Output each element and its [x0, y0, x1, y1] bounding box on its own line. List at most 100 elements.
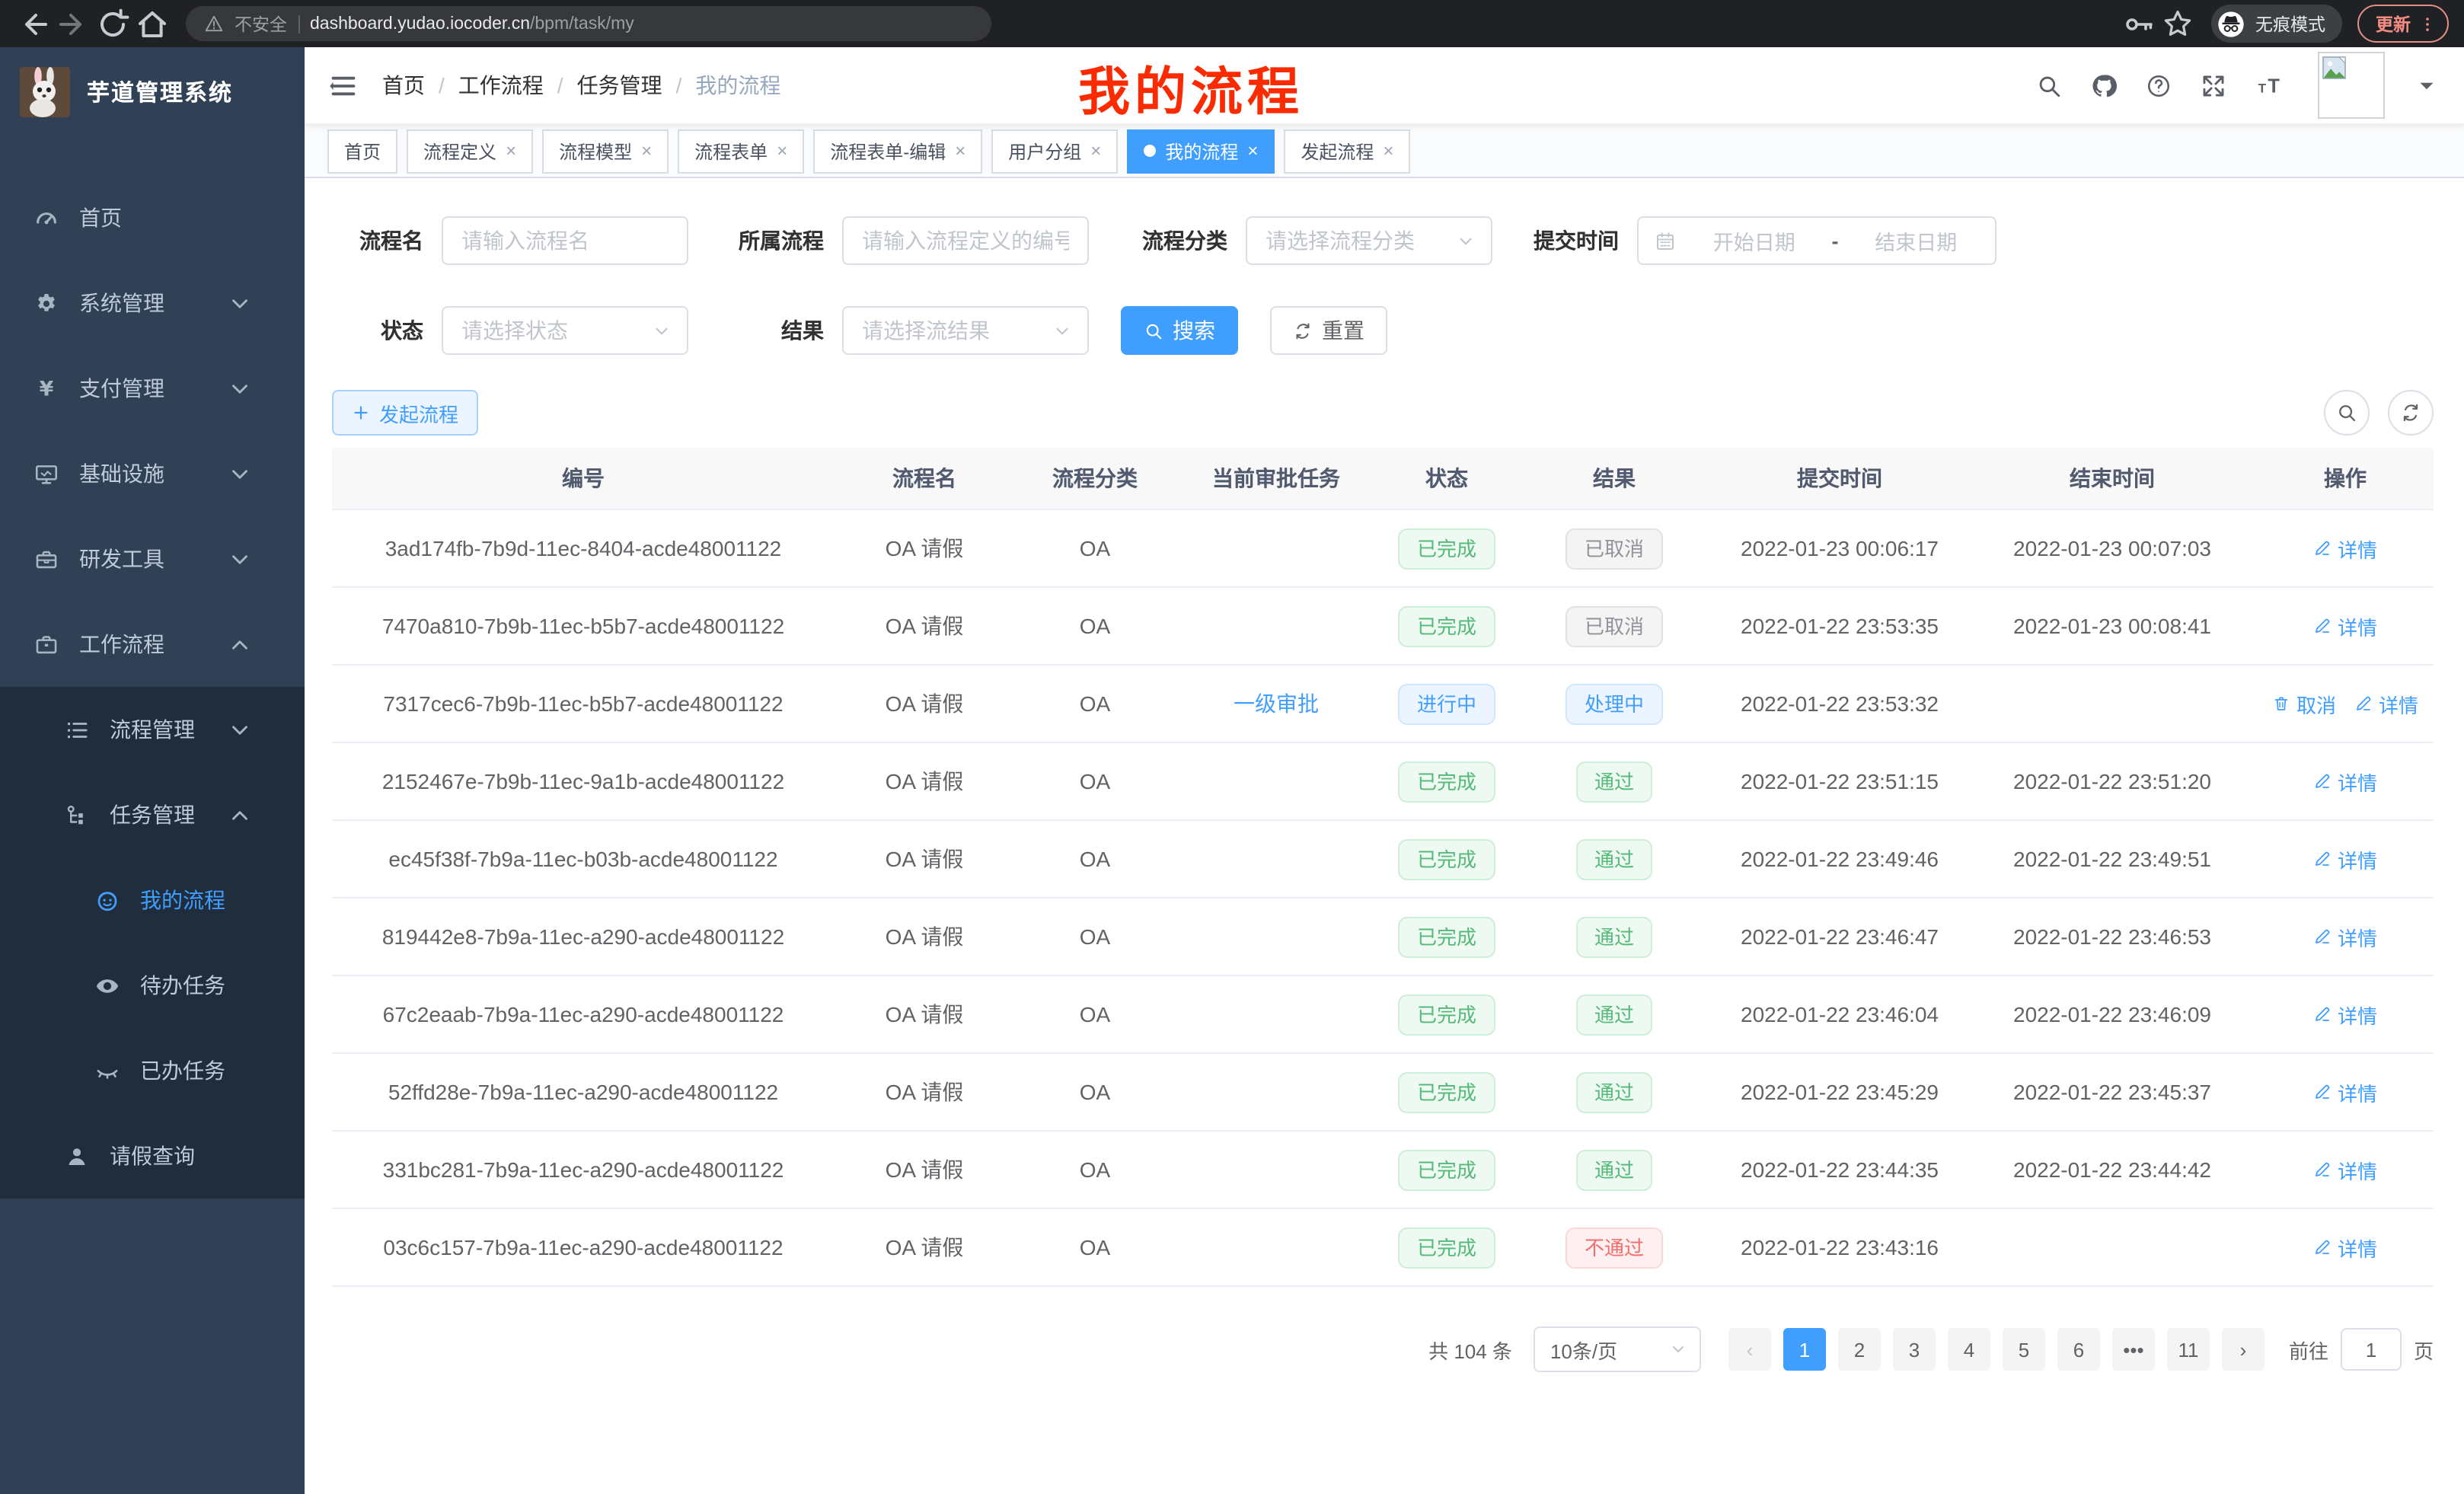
table-row: 331bc281-7b9a-11ec-a290-acde48001122OA 请… — [332, 1132, 2434, 1209]
cell-category: OA — [1014, 536, 1176, 560]
sidebar-item-任务管理[interactable]: 任务管理 — [0, 772, 305, 857]
refresh-icon — [2400, 402, 2421, 423]
tab-首页[interactable]: 首页 — [327, 129, 397, 173]
sidebar-item-流程管理[interactable]: 流程管理 — [0, 687, 305, 772]
cell-result: 通过 — [1517, 994, 1712, 1035]
page-button-4[interactable]: 4 — [1948, 1328, 1990, 1371]
sidebar-item-首页[interactable]: 首页 — [0, 175, 305, 260]
search-button[interactable]: 搜索 — [1121, 306, 1238, 355]
tab-close-icon[interactable]: × — [1247, 142, 1258, 160]
action-详情-link[interactable]: 详情 — [2313, 534, 2377, 563]
tab-用户分组[interactable]: 用户分组× — [991, 129, 1118, 173]
tab-close-icon[interactable]: × — [506, 142, 516, 160]
goto-page-input[interactable] — [2341, 1328, 2402, 1371]
next-page-button[interactable]: › — [2222, 1328, 2265, 1371]
browser-forward-icon[interactable] — [55, 5, 91, 42]
tab-close-icon[interactable]: × — [777, 142, 787, 160]
sidebar-item-我的流程[interactable]: 我的流程 — [0, 857, 305, 943]
toggle-search-button[interactable] — [2324, 390, 2370, 436]
tab-发起流程[interactable]: 发起流程× — [1284, 129, 1410, 173]
action-详情-link[interactable]: 详情 — [2313, 1000, 2377, 1029]
cell-status: 已完成 — [1377, 1227, 1517, 1268]
tab-流程表单[interactable]: 流程表单× — [678, 129, 804, 173]
browser-reload-icon[interactable] — [94, 5, 131, 42]
font-size-icon[interactable]: TT — [2255, 72, 2289, 98]
filter-status-select[interactable]: 请选择状态 — [442, 306, 688, 355]
tab-流程定义[interactable]: 流程定义× — [407, 129, 533, 173]
action-详情-link[interactable]: 详情 — [2313, 611, 2377, 640]
sidebar-item-请假查询[interactable]: 请假查询 — [0, 1113, 305, 1199]
fullscreen-icon[interactable] — [2201, 72, 2226, 98]
github-icon[interactable] — [2091, 72, 2117, 98]
page-button-1[interactable]: 1 — [1783, 1328, 1826, 1371]
filter-owner-input[interactable] — [842, 216, 1089, 265]
breadcrumb-item[interactable]: 任务管理 — [577, 70, 662, 101]
avatar[interactable] — [2318, 52, 2385, 119]
cell-category: OA — [1014, 847, 1176, 871]
sidebar-item-已办任务[interactable]: 已办任务 — [0, 1028, 305, 1113]
app-logo-row[interactable]: 芋道管理系统 — [0, 47, 305, 136]
page-size-select[interactable]: 10条/页 — [1534, 1326, 1701, 1372]
breadcrumb-item[interactable]: 首页 — [382, 70, 425, 101]
action-详情-link[interactable]: 详情 — [2313, 922, 2377, 951]
action-详情-link[interactable]: 详情 — [2313, 767, 2377, 796]
tab-close-icon[interactable]: × — [955, 142, 965, 160]
user-menu-caret-icon[interactable] — [2414, 72, 2440, 98]
bookmark-star-icon[interactable] — [2159, 5, 2196, 42]
sidebar-item-待办任务[interactable]: 待办任务 — [0, 943, 305, 1028]
column-header-编号: 编号 — [332, 463, 835, 493]
filter-row-2: 状态 请选择状态 结果 请选择流结果 搜索 — [332, 306, 2434, 355]
cell-status: 已完成 — [1377, 1149, 1517, 1190]
tab-close-icon[interactable]: × — [1383, 142, 1393, 160]
cell-actions: 详情 — [2257, 1077, 2434, 1106]
sidebar-item-系统管理[interactable]: 系统管理 — [0, 260, 305, 346]
prev-page-button[interactable]: ‹ — [1728, 1328, 1771, 1371]
edit-icon — [2313, 850, 2332, 868]
cell-id: 3ad174fb-7b9d-11ec-8404-acde48001122 — [332, 536, 835, 560]
action-详情-link[interactable]: 详情 — [2313, 844, 2377, 873]
breadcrumb-separator: / — [676, 73, 682, 97]
create-process-button[interactable]: 发起流程 — [332, 390, 478, 436]
action-详情-link[interactable]: 详情 — [2354, 689, 2418, 718]
cell-submit-time: 2022-01-22 23:46:04 — [1712, 1002, 1968, 1026]
filter-date-range[interactable]: 开始日期 - 结束日期 — [1637, 216, 1996, 265]
tab-close-icon[interactable]: × — [1090, 142, 1101, 160]
magnifier-icon — [1144, 321, 1163, 340]
reset-button[interactable]: 重置 — [1270, 306, 1387, 355]
page-button-3[interactable]: 3 — [1893, 1328, 1936, 1371]
breadcrumb-item[interactable]: 工作流程 — [458, 70, 544, 101]
browser-menu-kebab-icon[interactable] — [2418, 14, 2437, 33]
page-button-11[interactable]: 11 — [2167, 1328, 2210, 1371]
address-bar[interactable]: 不安全 dashboard.yudao.iocoder.cn/bpm/task/… — [186, 6, 991, 41]
refresh-table-button[interactable] — [2388, 390, 2434, 436]
sidebar-item-工作流程[interactable]: 工作流程 — [0, 602, 305, 687]
action-取消-link[interactable]: 取消 — [2272, 689, 2336, 718]
filter-name-input[interactable] — [442, 216, 688, 265]
filter-category-select[interactable]: 请选择流程分类 — [1246, 216, 1492, 265]
page-button-5[interactable]: 5 — [2003, 1328, 2045, 1371]
sidebar-item-基础设施[interactable]: 基础设施 — [0, 431, 305, 516]
tab-流程模型[interactable]: 流程模型× — [542, 129, 669, 173]
help-icon[interactable] — [2146, 72, 2172, 98]
incognito-badge: 无痕模式 — [2211, 5, 2342, 43]
sidebar-item-研发工具[interactable]: 研发工具 — [0, 516, 305, 602]
tab-close-icon[interactable]: × — [641, 142, 652, 160]
tab-流程表单-编辑[interactable]: 流程表单-编辑× — [813, 129, 982, 173]
action-详情-link[interactable]: 详情 — [2313, 1077, 2377, 1106]
page-button-2[interactable]: 2 — [1838, 1328, 1881, 1371]
tab-我的流程[interactable]: 我的流程× — [1127, 129, 1275, 173]
hamburger-icon[interactable] — [329, 71, 358, 100]
status-badge: 进行中 — [1399, 683, 1495, 724]
action-详情-link[interactable]: 详情 — [2313, 1233, 2377, 1262]
search-icon[interactable] — [2036, 72, 2062, 98]
browser-update-button[interactable]: 更新 — [2357, 5, 2449, 43]
browser-back-icon[interactable] — [15, 5, 52, 42]
action-详情-link[interactable]: 详情 — [2313, 1155, 2377, 1184]
filter-result-select[interactable]: 请选择流结果 — [842, 306, 1089, 355]
password-key-icon[interactable] — [2120, 5, 2156, 42]
browser-home-icon[interactable] — [134, 5, 171, 42]
sidebar-item-支付管理[interactable]: ¥支付管理 — [0, 346, 305, 431]
page-button-6[interactable]: 6 — [2057, 1328, 2100, 1371]
column-header-操作: 操作 — [2257, 463, 2434, 493]
current-task-link[interactable]: 一级审批 — [1234, 691, 1319, 716]
